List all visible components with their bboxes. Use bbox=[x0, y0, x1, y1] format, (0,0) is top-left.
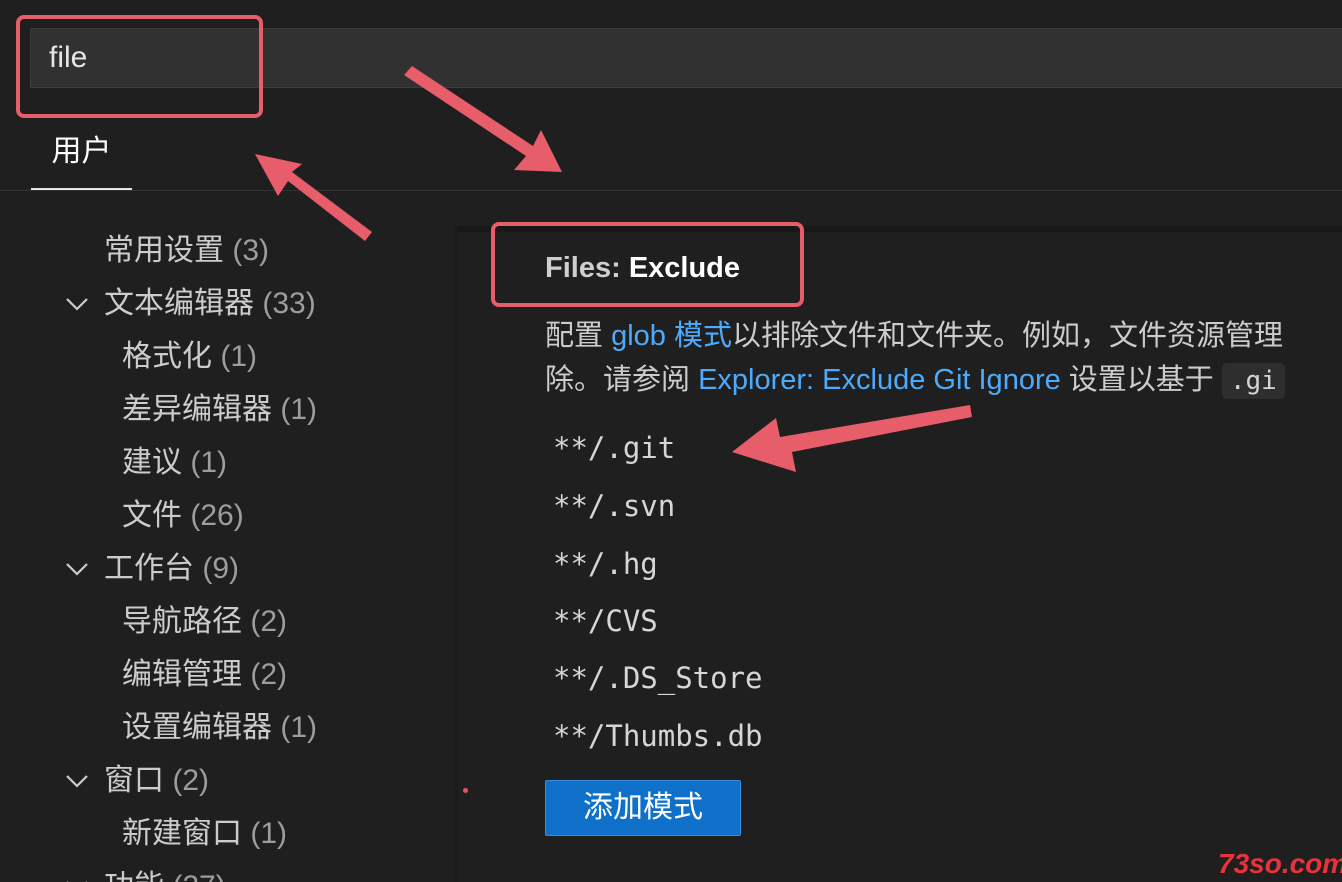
toc-item-count: (2) bbox=[250, 605, 288, 638]
toc-item-count: (27) bbox=[172, 870, 225, 882]
setting-description-line-2: 除。请参阅 Explorer: Exclude Git Ignore 设置以基于… bbox=[545, 356, 1285, 399]
settings-editor: 用户 常用设置 (3) 文本编辑器 (33) 格式化 (1) 差异编辑器 (1)… bbox=[0, 0, 1342, 882]
desc-text: 配置 bbox=[545, 320, 612, 352]
toc-item-label: 功能 bbox=[104, 870, 164, 882]
toc-item-label: 格式化 bbox=[122, 340, 212, 373]
toc-item-diff-editor[interactable]: 差异编辑器 (1) bbox=[122, 384, 317, 436]
toc-item-label: 文件 bbox=[122, 499, 182, 532]
exclude-pattern-item[interactable]: **/Thumbs.db bbox=[553, 716, 763, 756]
toc-item-label: 常用设置 bbox=[104, 234, 224, 267]
toc-item-count: (2) bbox=[250, 658, 288, 691]
watermark: 73so.com bbox=[1218, 848, 1342, 879]
toc-item-workbench[interactable]: 工作台 (9) bbox=[104, 543, 239, 595]
annotation-box-setting-title bbox=[491, 222, 804, 307]
toc-item-features[interactable]: 功能 (27) bbox=[104, 861, 226, 882]
desc-text: 除。请参阅 bbox=[545, 364, 699, 396]
setting-description-line-1: 配置 glob 模式以排除文件和文件夹。例如，文件资源管理 bbox=[545, 312, 1283, 354]
toc-item-count: (1) bbox=[190, 446, 228, 479]
toc-item-suggestions[interactable]: 建议 (1) bbox=[122, 437, 227, 489]
desc-text: 设置以基于 bbox=[1060, 364, 1222, 396]
exclude-pattern-item[interactable]: **/CVS bbox=[553, 601, 658, 641]
desc-text: 以排除文件和文件夹。例如，文件资源管理 bbox=[731, 320, 1283, 352]
toc-item-label: 编辑管理 bbox=[122, 658, 242, 691]
toc-item-label: 差异编辑器 bbox=[122, 393, 272, 426]
toc-item-count: (33) bbox=[262, 287, 316, 320]
toc-item-count: (2) bbox=[172, 764, 210, 797]
annotation-arrow bbox=[732, 405, 972, 472]
toc-item-count: (9) bbox=[202, 552, 240, 585]
chevron-down-icon[interactable] bbox=[64, 861, 90, 882]
toc-item-label: 文本编辑器 bbox=[104, 287, 254, 320]
exclude-pattern-item[interactable]: **/.svn bbox=[553, 486, 675, 526]
chevron-down-icon[interactable] bbox=[64, 543, 90, 595]
chevron-down-icon[interactable] bbox=[64, 278, 90, 330]
toc-item-label: 设置编辑器 bbox=[122, 711, 272, 744]
chevron-down-icon[interactable] bbox=[64, 755, 90, 807]
toc-item-label: 新建窗口 bbox=[122, 817, 242, 850]
explorer-exclude-git-ignore-link[interactable]: Explorer: Exclude Git Ignore bbox=[698, 364, 1061, 396]
toc-item-editor-management[interactable]: 编辑管理 (2) bbox=[122, 649, 287, 701]
tab-user[interactable]: 用户 bbox=[31, 120, 132, 190]
toc-item-settings-editor[interactable]: 设置编辑器 (1) bbox=[122, 702, 317, 754]
toc-item-label: 工作台 bbox=[104, 552, 194, 585]
exclude-pattern-item[interactable]: **/.hg bbox=[553, 544, 658, 584]
toc-item-commonly-used[interactable]: 常用设置 (3) bbox=[104, 225, 269, 277]
add-pattern-button[interactable]: 添加模式 bbox=[545, 780, 741, 836]
exclude-pattern-item[interactable]: **/.DS_Store bbox=[553, 658, 763, 698]
toc-item-window[interactable]: 窗口 (2) bbox=[104, 755, 209, 807]
toc-item-files[interactable]: 文件 (26) bbox=[122, 490, 244, 542]
code-chip: .gi bbox=[1221, 363, 1285, 399]
toc-item-count: (3) bbox=[232, 234, 270, 267]
glob-pattern-link[interactable]: glob 模式 bbox=[611, 320, 732, 352]
toc-item-new-window[interactable]: 新建窗口 (1) bbox=[122, 808, 287, 860]
scope-tab-bar: 用户 bbox=[0, 120, 1342, 191]
toc-item-breadcrumbs[interactable]: 导航路径 (2) bbox=[122, 596, 287, 648]
toc-item-count: (1) bbox=[250, 817, 288, 850]
toc-item-label: 窗口 bbox=[104, 764, 164, 797]
toc-item-text-editor[interactable]: 文本编辑器 (33) bbox=[104, 278, 316, 330]
modified-indicator-dot bbox=[463, 788, 468, 793]
toc-item-label: 导航路径 bbox=[122, 605, 242, 638]
toc-item-count: (1) bbox=[280, 711, 318, 744]
exclude-pattern-item[interactable]: **/.git bbox=[553, 428, 675, 468]
annotation-box-search bbox=[16, 15, 263, 118]
settings-toc: 常用设置 (3) 文本编辑器 (33) 格式化 (1) 差异编辑器 (1) 建议… bbox=[0, 225, 455, 882]
toc-item-formatting[interactable]: 格式化 (1) bbox=[122, 331, 257, 383]
toc-item-count: (26) bbox=[190, 499, 244, 532]
toc-item-count: (1) bbox=[220, 340, 258, 373]
panel-left-edge bbox=[455, 226, 458, 882]
toc-item-label: 建议 bbox=[122, 446, 182, 479]
toc-item-count: (1) bbox=[280, 393, 318, 426]
